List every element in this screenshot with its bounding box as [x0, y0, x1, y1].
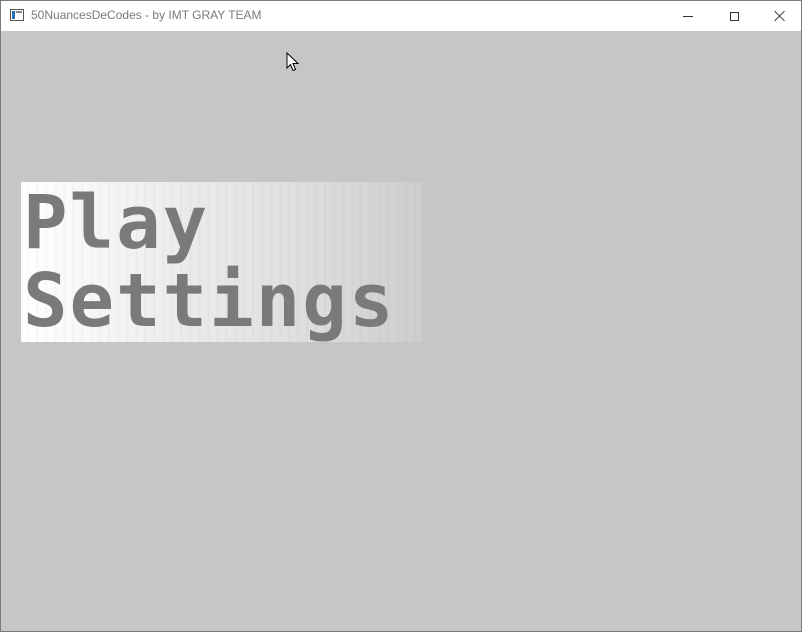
maximize-icon [729, 11, 739, 21]
game-canvas[interactable]: Play Settings [1, 31, 801, 631]
minimize-icon [683, 15, 693, 17]
minimize-button[interactable] [665, 1, 711, 31]
title-bar[interactable]: 50NuancesDeCodes - by IMT GRAY TEAM [1, 1, 801, 31]
app-window-icon [10, 9, 24, 21]
settings-button[interactable]: Settings [23, 264, 395, 338]
window-title: 50NuancesDeCodes - by IMT GRAY TEAM [31, 8, 262, 22]
maximize-button[interactable] [711, 1, 757, 31]
close-icon [774, 10, 786, 22]
play-button[interactable]: Play [23, 186, 209, 260]
app-window: 50NuancesDeCodes - by IMT GRAY TEAM Play… [0, 0, 802, 632]
main-menu-panel: Play Settings [21, 182, 422, 342]
close-button[interactable] [757, 1, 802, 31]
